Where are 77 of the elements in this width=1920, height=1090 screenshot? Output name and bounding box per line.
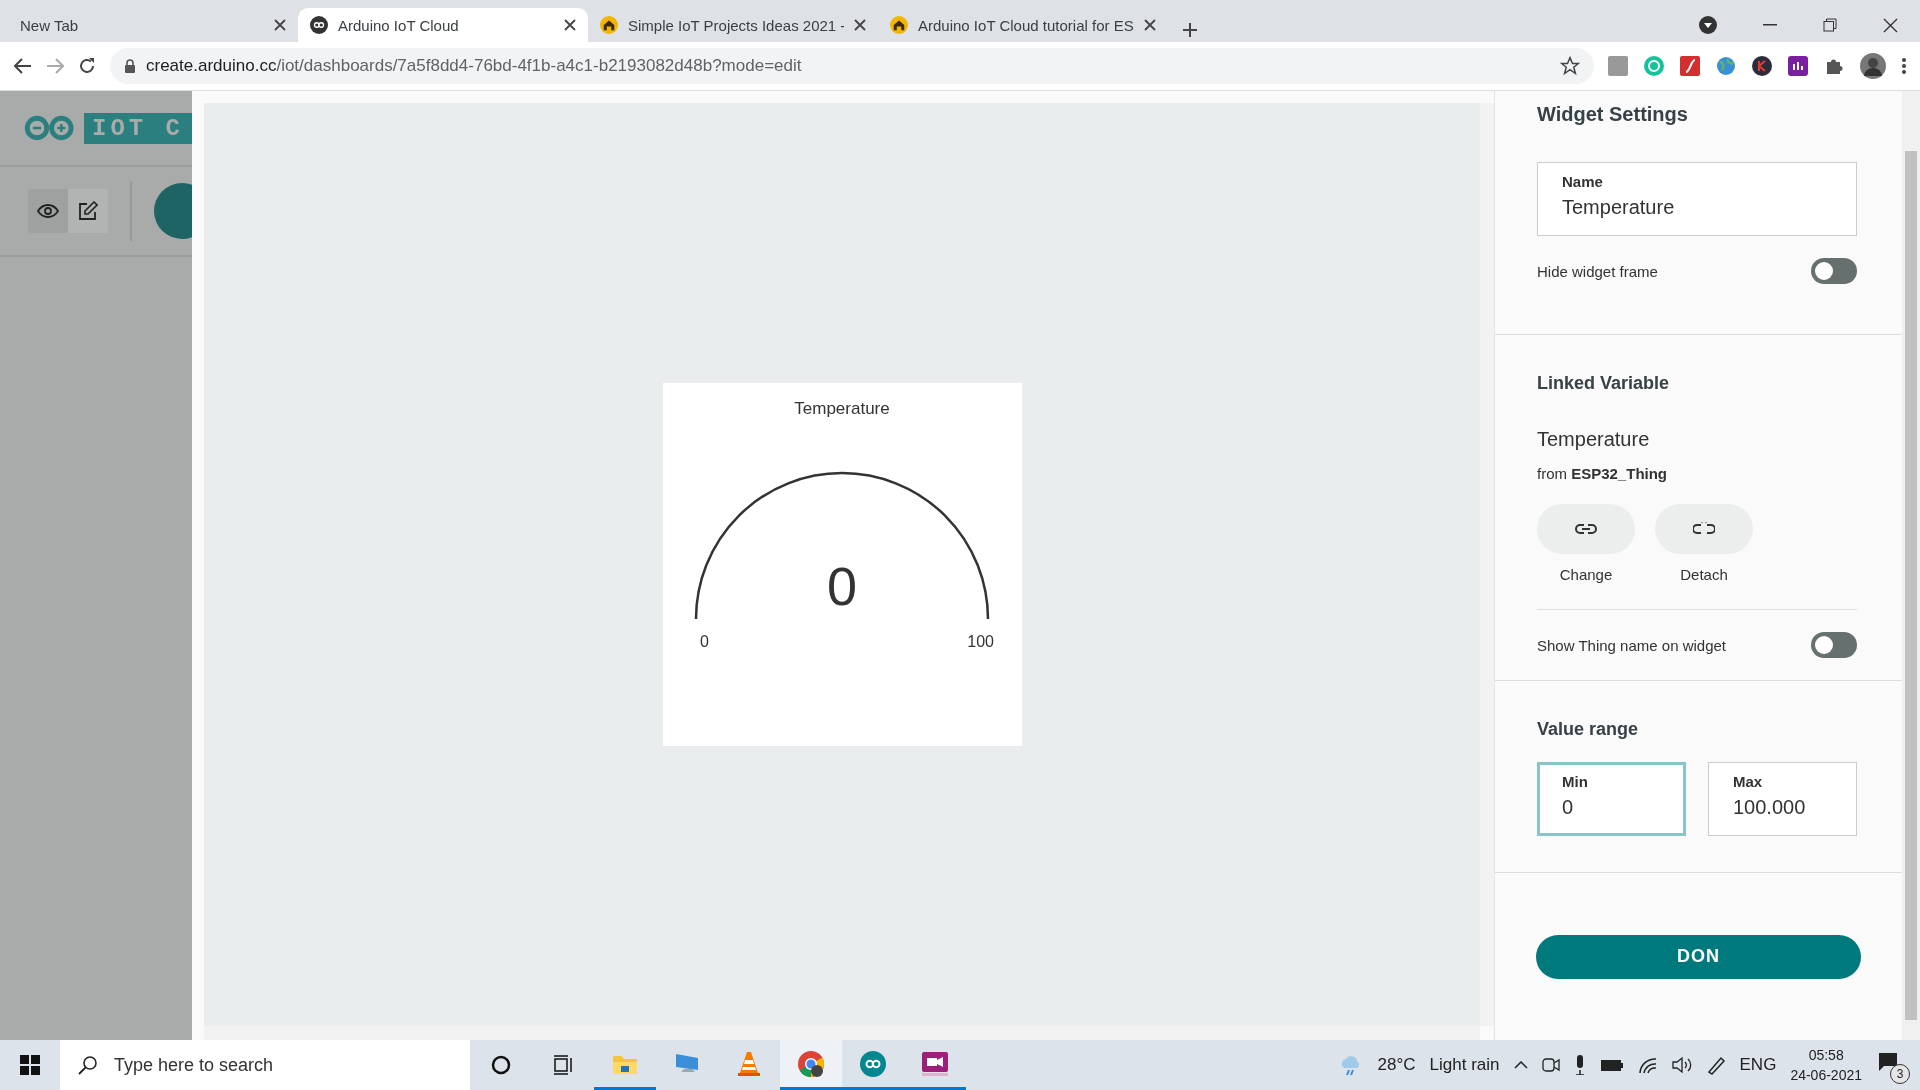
browser-tab[interactable]: New Tab: [8, 8, 298, 42]
browser-tab[interactable]: Simple IoT Projects Ideas 2021 -: [588, 8, 878, 42]
lock-icon: [124, 59, 136, 73]
temperature-text: 28°C: [1377, 1055, 1416, 1075]
browser-tab[interactable]: Arduino IoT Cloud tutorial for ES: [878, 8, 1168, 42]
back-icon[interactable]: [14, 57, 32, 75]
address-bar[interactable]: create.arduino.cc/iot/dashboards/7a5f8dd4-76bd-4f1b-a4c1-b2193082d48b?mode=edit: [110, 48, 1594, 84]
section-heading: Value range: [1537, 719, 1640, 740]
wifi-icon[interactable]: [1637, 1056, 1658, 1074]
restore-icon[interactable]: [1823, 18, 1837, 32]
edit-mode-button[interactable]: [68, 189, 108, 233]
extension-icon[interactable]: [1788, 56, 1808, 76]
avatar-icon[interactable]: [1860, 53, 1886, 79]
microphone-icon[interactable]: [1573, 1055, 1586, 1075]
gauge-widget[interactable]: Temperature 0 0 100: [662, 383, 1022, 746]
tab-title: Arduino IoT Cloud tutorial for ES: [918, 16, 1134, 34]
chevron-up-icon[interactable]: [1513, 1061, 1528, 1069]
toggle-switch[interactable]: [1811, 632, 1857, 658]
name-field[interactable]: Name Temperature: [1537, 162, 1857, 236]
done-button[interactable]: DON: [1536, 934, 1861, 979]
menu-icon[interactable]: [1902, 58, 1906, 74]
widget-title: Temperature: [794, 399, 890, 419]
close-icon[interactable]: [854, 19, 866, 31]
house-icon: [600, 16, 618, 34]
section-heading: Linked Variable: [1537, 373, 1671, 394]
tab-title: Simple IoT Projects Ideas 2021 -: [628, 16, 844, 34]
range-field[interactable]: Min 0: [1537, 762, 1686, 836]
windows-start-icon[interactable]: [20, 1055, 40, 1075]
minimize-icon[interactable]: [1763, 24, 1777, 26]
close-icon[interactable]: [274, 19, 286, 31]
cortana-icon[interactable]: [491, 1055, 511, 1075]
infinity-icon: [860, 1050, 886, 1077]
thing-source: from ESP32_Thing: [1537, 465, 1669, 482]
reload-icon[interactable]: [78, 57, 96, 75]
notification-count: 3: [1890, 1064, 1910, 1084]
task-view-icon[interactable]: [553, 1055, 573, 1075]
taskbar-app[interactable]: [780, 1040, 842, 1090]
video-app-icon: [921, 1050, 949, 1077]
new-tab-icon[interactable]: [1182, 22, 1198, 38]
gauge-max-label: 100: [967, 633, 994, 651]
camera-icon[interactable]: [1541, 1057, 1560, 1073]
infinity-icon: [310, 16, 328, 34]
tab-title: Arduino IoT Cloud: [338, 16, 460, 34]
toggle-switch[interactable]: [1811, 258, 1857, 284]
variable-name: Temperature: [1537, 428, 1651, 451]
pen-icon[interactable]: [1705, 1055, 1726, 1075]
toggle-label: Show Thing name on widget: [1537, 636, 1726, 654]
weather-text: Light rain: [1429, 1055, 1500, 1075]
link-icon: [1575, 523, 1597, 535]
tab-search-icon[interactable]: [1699, 16, 1717, 34]
chrome-icon: [797, 1049, 825, 1078]
tab-title: New Tab: [20, 16, 80, 34]
globe-icon[interactable]: [1716, 56, 1736, 76]
speaker-icon[interactable]: [1671, 1056, 1692, 1074]
pencil-icon: [78, 201, 98, 221]
search-icon: [78, 1055, 98, 1075]
extension-icon[interactable]: [1752, 56, 1772, 76]
gauge-min-label: 0: [700, 633, 709, 651]
close-icon[interactable]: [1883, 17, 1898, 33]
language-indicator[interactable]: ENG: [1739, 1055, 1777, 1075]
gauge-value: 0: [825, 555, 858, 617]
unlink-icon: [1693, 521, 1715, 537]
toggle-label: Hide widget frame: [1537, 262, 1658, 280]
logo-text: IOT C: [84, 112, 192, 144]
clock[interactable]: 05:58 24-06-2021: [1790, 1045, 1862, 1085]
url-text: create.arduino.cc/iot/dashboards/7a5f8dd4-76bd-4f1b-a4c1-b2193082d48b?mode=edit: [146, 56, 802, 76]
star-icon[interactable]: [1560, 56, 1580, 76]
search-field[interactable]: Type here to search: [60, 1040, 470, 1090]
close-icon[interactable]: [1144, 19, 1156, 31]
browser-tab[interactable]: Arduino IoT Cloud: [298, 8, 588, 42]
house-icon: [890, 16, 908, 34]
battery-icon[interactable]: [1599, 1058, 1624, 1072]
close-icon[interactable]: [564, 19, 576, 31]
traffic-cone-icon: [737, 1050, 761, 1077]
eye-icon: [37, 204, 59, 218]
panel-title: Widget Settings: [1537, 102, 1689, 127]
range-field[interactable]: Max 100.000: [1708, 762, 1857, 836]
